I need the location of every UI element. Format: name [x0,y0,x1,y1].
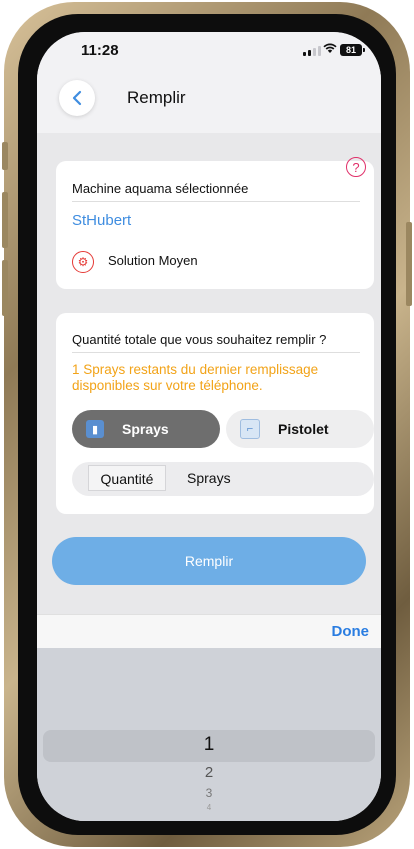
remplir-button[interactable]: Remplir [52,537,366,585]
divider [72,201,360,202]
volume-up-button [2,192,8,248]
picker-value-selected[interactable]: 1 [37,734,381,756]
screen: 11:28 81 Remplir ? Machine aquama sélect… [37,32,381,821]
divider [72,352,360,353]
machine-card: ? Machine aquama sélectionnée StHubert ⚙… [56,157,374,289]
option-pistolet[interactable]: ⌐ Pistolet [226,410,374,448]
page-title: Remplir [127,88,186,107]
picker-value[interactable]: 2 [37,764,381,781]
quantity-unit: Sprays [187,470,231,486]
option-sprays[interactable]: ▮ Sprays [72,410,220,448]
done-button[interactable]: Done [332,623,370,640]
mute-switch [2,142,8,170]
machine-heading: Machine aquama sélectionnée [72,181,249,196]
quantity-card: Quantité totale que vous souhaitez rempl… [56,313,374,514]
back-button[interactable] [59,80,95,116]
quantity-row: Quantité Sprays [72,462,374,496]
picker-value[interactable]: 4 [37,803,381,812]
spray-gun-icon: ⌐ [240,419,260,439]
machine-name-link[interactable]: StHubert [72,212,131,229]
gear-icon: ⚙ [72,251,94,273]
status-bar: 11:28 81 [37,32,381,72]
chevron-left-icon [72,90,82,106]
option-sprays-label: Sprays [122,421,169,437]
quantity-input[interactable]: Quantité [88,465,166,491]
picker-value[interactable]: 3 [37,786,381,800]
wifi-icon [323,43,337,53]
number-picker[interactable]: 1 2 3 4 [37,648,381,821]
power-button [406,222,412,306]
battery-icon: 81 [340,44,365,56]
status-time: 11:28 [81,42,119,59]
spray-bottle-icon: ▮ [86,420,104,438]
solution-label: Solution Moyen [108,253,198,268]
option-pistolet-label: Pistolet [278,421,329,437]
volume-down-button [2,260,8,316]
keyboard-toolbar: Done [37,614,381,649]
quantity-heading: Quantité totale que vous souhaitez rempl… [72,332,327,347]
help-icon[interactable]: ? [346,157,366,177]
remaining-sprays-info: 1 Sprays restants du dernier remplissage… [72,362,319,393]
navigation-bar: Remplir [37,72,381,133]
signal-icon [303,46,321,56]
